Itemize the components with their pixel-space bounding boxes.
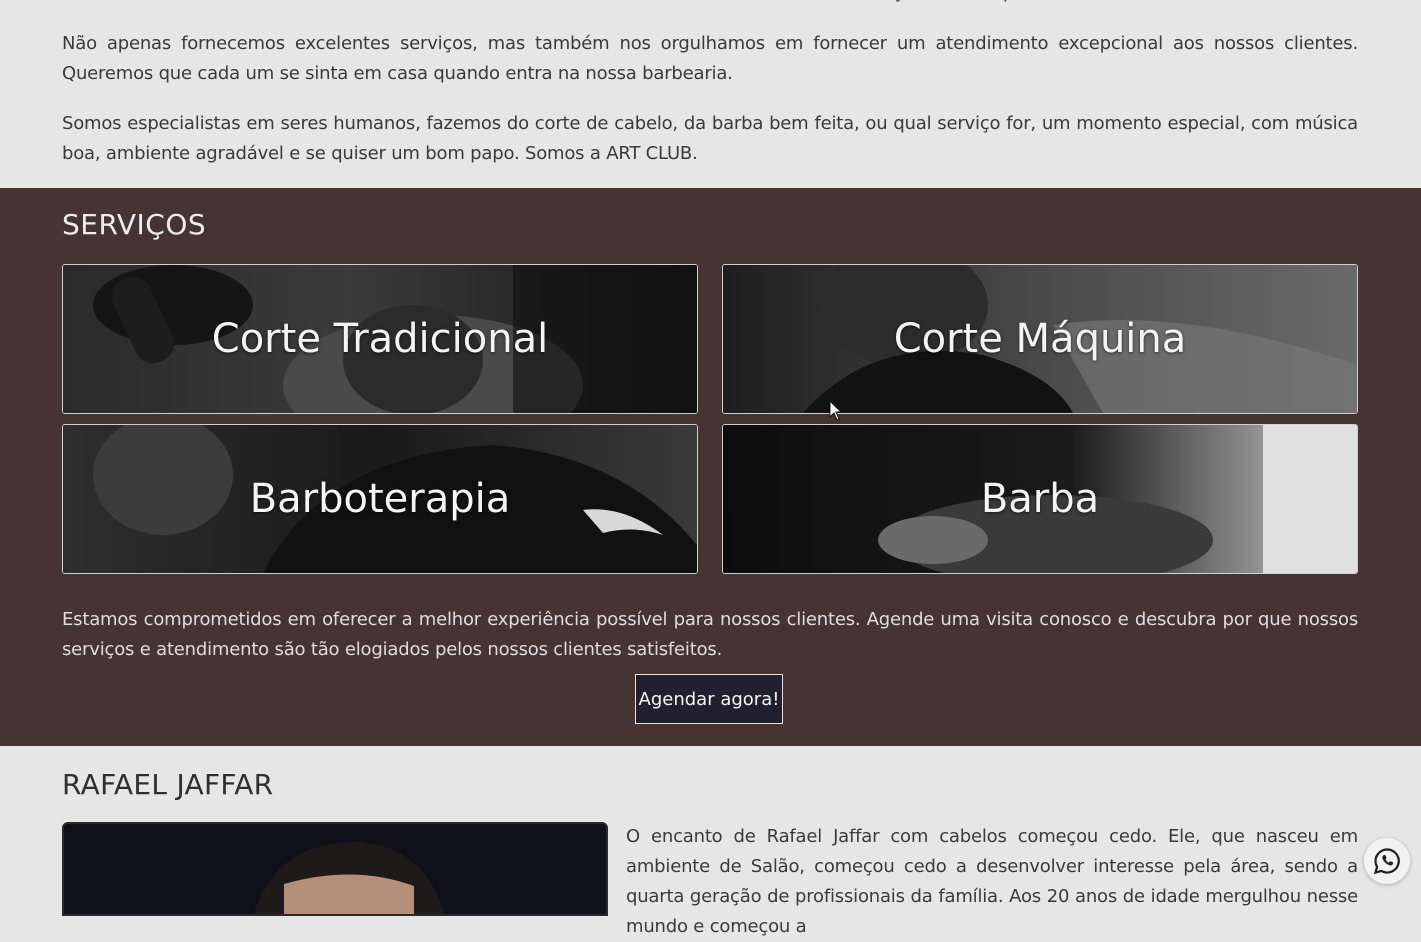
service-card-label: Corte Tradicional: [211, 316, 549, 362]
about-paragraph-2: Não apenas fornecemos excelentes serviço…: [62, 33, 1358, 84]
services-heading: SERVIÇOS: [62, 208, 207, 241]
service-card-label: Barba: [980, 476, 1100, 522]
service-card-label: Barboterapia: [249, 476, 511, 522]
about-section: A nossa barbearia foi fundada em 2020 e …: [0, 0, 1421, 188]
schedule-now-button[interactable]: Agendar agora!: [635, 674, 783, 724]
about-paragraph-1: A nossa barbearia foi fundada em 2020 e …: [62, 0, 1358, 8]
founder-heading: RAFAEL JAFFAR: [62, 768, 274, 801]
service-card-barboterapia[interactable]: Barboterapia: [62, 424, 698, 574]
mouse-cursor-icon: [829, 400, 843, 421]
founder-photo: [64, 824, 606, 914]
service-card-corte-tradicional[interactable]: Corte Tradicional: [62, 264, 698, 414]
whatsapp-button[interactable]: [1364, 838, 1410, 884]
service-card-barba[interactable]: Barba: [722, 424, 1358, 574]
founder-portrait: [62, 822, 608, 916]
about-paragraph-3: Somos especialistas em seres humanos, fa…: [62, 113, 1358, 164]
founder-bio: O encanto de Rafael Jaffar com cabelos c…: [626, 826, 1358, 937]
services-section: SERVIÇOS Corte Tradicional Corte Máquina…: [0, 188, 1421, 746]
whatsapp-icon: [1373, 848, 1400, 875]
service-card-label: Corte Máquina: [893, 316, 1187, 362]
founder-section: RAFAEL JAFFAR O encanto de Rafael Jaffar…: [0, 746, 1421, 937]
service-card-corte-maquina[interactable]: Corte Máquina: [722, 264, 1358, 414]
services-description: Estamos comprometidos em oferecer a melh…: [62, 609, 1358, 660]
